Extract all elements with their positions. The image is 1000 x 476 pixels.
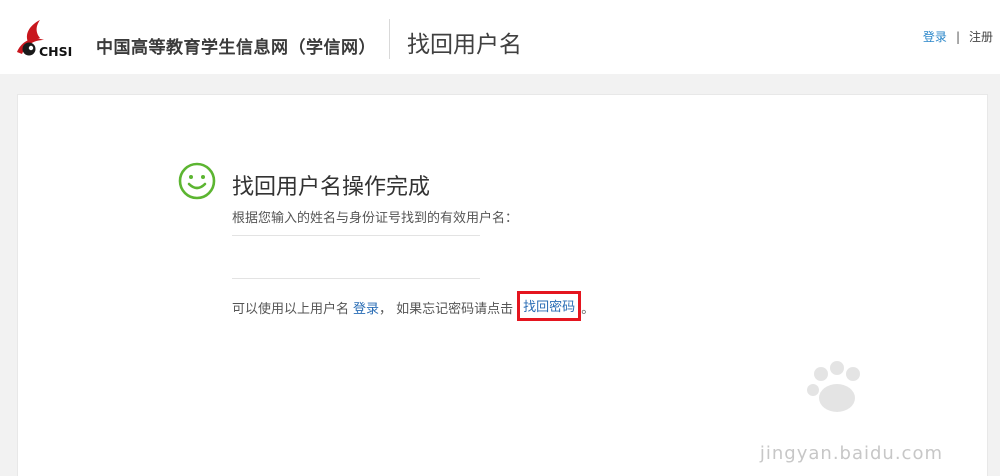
smile-icon: [178, 162, 216, 200]
result-title: 找回用户名操作完成: [232, 175, 431, 200]
username-divider-bottom: [232, 278, 480, 279]
hint-suffix: 。: [581, 302, 595, 317]
username-divider-top: [232, 235, 480, 236]
hint-prefix: 可以使用以上用户名: [232, 302, 350, 317]
header-register-link[interactable]: 注册: [969, 30, 993, 44]
page-title: 找回用户名: [407, 32, 522, 58]
reset-password-highlight: 找回密码: [517, 291, 582, 321]
header-links: 登录 | 注册: [923, 28, 993, 45]
result-card: 找回用户名操作完成 根据您输入的姓名与身份证号找到的有效用户名： 可以使用以上用…: [17, 94, 988, 476]
login-link[interactable]: 登录: [353, 302, 379, 317]
baidu-paw-icon: [807, 361, 860, 412]
result-hint: 可以使用以上用户名 登录， 如果忘记密码请点击 找回密码。: [232, 291, 595, 323]
site-name: 中国高等教育学生信息网（学信网）: [96, 38, 376, 58]
chsi-logo[interactable]: CHSI: [14, 18, 86, 60]
logo-text: CHSI: [39, 44, 72, 59]
watermark-text: jingyan.baidu.com: [759, 443, 943, 464]
header-link-separator: |: [955, 30, 960, 44]
reset-password-link[interactable]: 找回密码: [523, 300, 575, 315]
hint-middle: ， 如果忘记密码请点击: [379, 302, 514, 317]
header-divider: [389, 19, 390, 59]
header-login-link[interactable]: 登录: [923, 30, 947, 44]
result-description: 根据您输入的姓名与身份证号找到的有效用户名：: [232, 211, 519, 226]
site-header: CHSI 中国高等教育学生信息网（学信网） 找回用户名 登录 | 注册: [0, 0, 1000, 74]
